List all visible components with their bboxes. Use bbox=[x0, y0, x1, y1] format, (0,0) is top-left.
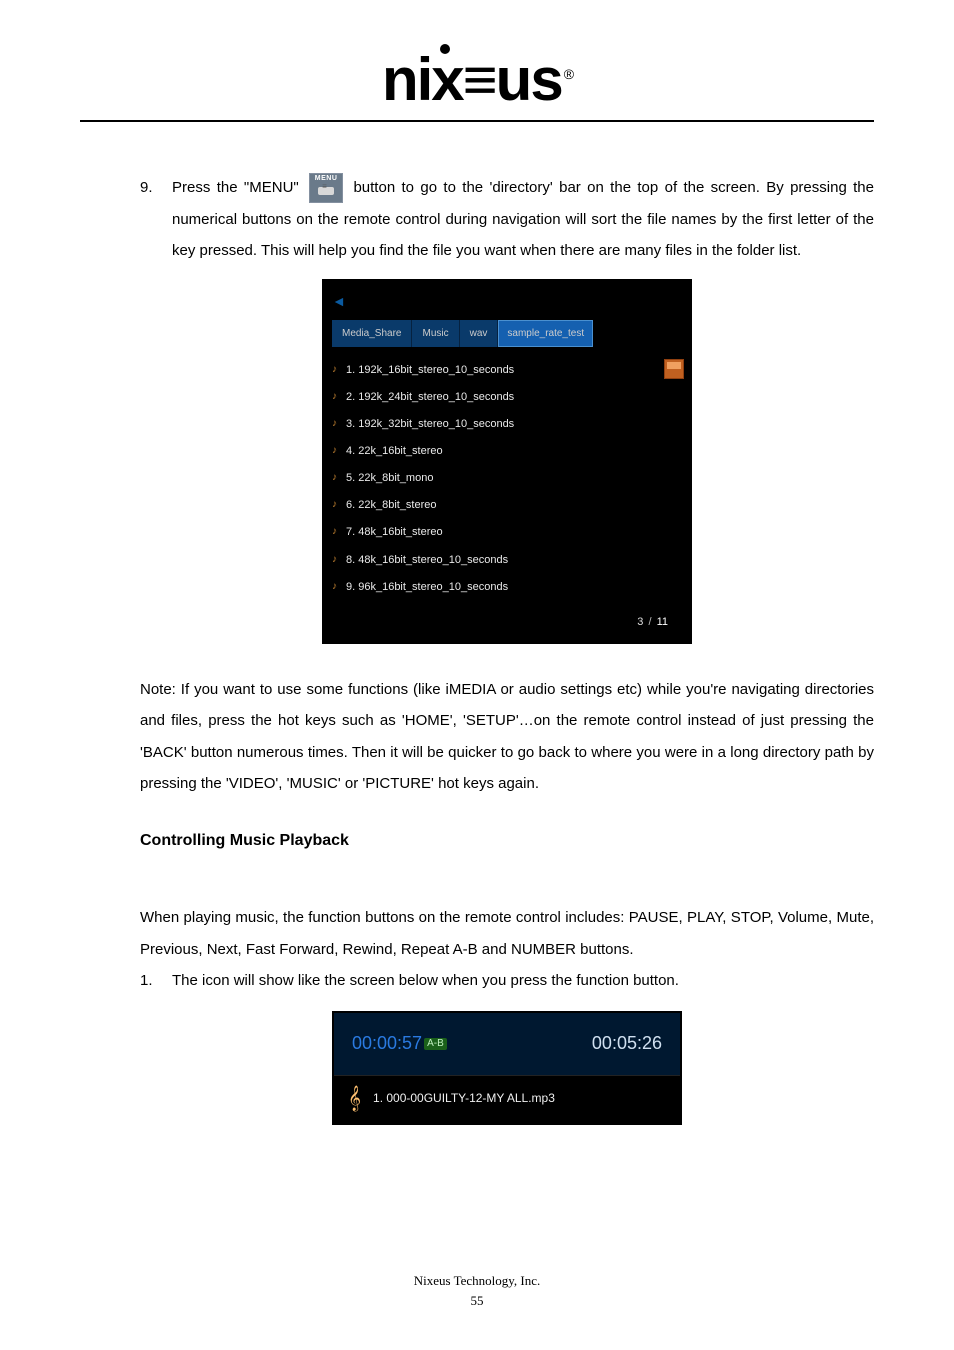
brand-logo: nix≡us® bbox=[80, 50, 874, 110]
step-9-number: 9. bbox=[140, 172, 172, 267]
music-note-icon: ♪ bbox=[332, 440, 337, 461]
step-9-text-before: Press the "MENU" bbox=[172, 179, 299, 196]
page-total: 11 bbox=[657, 616, 668, 628]
step-1: 1. The icon will show like the screen be… bbox=[140, 965, 874, 997]
crumb-sample-rate-test: sample_rate_test bbox=[498, 320, 593, 347]
track-name: 1. 000-00GUILTY-12-MY ALL.mp3 bbox=[373, 1086, 555, 1111]
music-note-icon: ♪ bbox=[332, 549, 337, 570]
page-current: 3 bbox=[637, 616, 643, 628]
menu-icon bbox=[318, 187, 334, 195]
time-elapsed: 00:00:57A-B bbox=[352, 1025, 447, 1063]
registered-mark: ® bbox=[564, 66, 572, 82]
list-item: ♪4. 22k_16bit_stereo bbox=[330, 438, 684, 465]
music-note-icon: ♪ bbox=[332, 576, 337, 597]
music-note-icon: ♪ bbox=[332, 467, 337, 488]
ab-repeat-badge: A-B bbox=[424, 1038, 447, 1050]
page-separator: / bbox=[648, 616, 651, 628]
treble-clef-icon: 𝄞 bbox=[348, 1087, 361, 1109]
playback-screenshot: 00:00:57A-B 00:05:26 𝄞 1. 000-00GUILTY-1… bbox=[332, 1011, 682, 1125]
list-item: ♪6. 22k_8bit_stereo bbox=[330, 492, 684, 519]
music-note-icon: ♪ bbox=[332, 494, 337, 515]
step-9: 9. Press the "MENU" MENU button to go to… bbox=[140, 172, 874, 267]
list-item: ♪7. 48k_16bit_stereo bbox=[330, 519, 684, 546]
file-list: ♪1. 192k_16bit_stereo_10_seconds ♪2. 192… bbox=[324, 351, 690, 605]
header-divider bbox=[80, 120, 874, 122]
music-note-icon: ♪ bbox=[332, 386, 337, 407]
music-note-icon: ♪ bbox=[332, 521, 337, 542]
directory-screenshot: ◄ Media_Share Music wav sample_rate_test… bbox=[322, 279, 692, 644]
back-arrow-icon: ◄ bbox=[332, 287, 682, 316]
list-item: ♪9. 96k_16bit_stereo_10_seconds bbox=[330, 574, 684, 601]
music-note-icon: ♪ bbox=[332, 359, 337, 380]
crumb-media-share: Media_Share bbox=[332, 320, 412, 347]
step-1-number: 1. bbox=[140, 965, 172, 997]
music-intro-paragraph: When playing music, the function buttons… bbox=[140, 902, 874, 965]
section-heading-controlling-music-playback: Controlling Music Playback bbox=[140, 830, 874, 852]
list-item: ♪5. 22k_8bit_mono bbox=[330, 465, 684, 492]
page-indicator: 3 / 11 bbox=[324, 605, 690, 642]
list-item: ♪8. 48k_16bit_stereo_10_seconds bbox=[330, 547, 684, 574]
list-item: ♪3. 192k_32bit_stereo_10_seconds bbox=[330, 411, 684, 438]
footer-page-number: 55 bbox=[0, 1291, 954, 1311]
time-total: 00:05:26 bbox=[592, 1025, 662, 1063]
list-item: ♪1. 192k_16bit_stereo_10_seconds bbox=[330, 357, 684, 384]
breadcrumb: Media_Share Music wav sample_rate_test bbox=[332, 320, 682, 347]
crumb-wav: wav bbox=[460, 320, 499, 347]
note-paragraph: Note: If you want to use some functions … bbox=[140, 674, 874, 800]
footer-company: Nixeus Technology, Inc. bbox=[0, 1271, 954, 1291]
menu-button-icon: MENU bbox=[309, 173, 343, 202]
logo-text: nix≡us bbox=[382, 46, 562, 113]
music-note-icon: ♪ bbox=[332, 413, 337, 434]
step-9-body: Press the "MENU" MENU button to go to th… bbox=[172, 172, 874, 267]
page-footer: Nixeus Technology, Inc. 55 bbox=[0, 1271, 954, 1310]
list-item: ♪2. 192k_24bit_stereo_10_seconds bbox=[330, 384, 684, 411]
step-1-text: The icon will show like the screen below… bbox=[172, 965, 874, 997]
crumb-music: Music bbox=[412, 320, 459, 347]
